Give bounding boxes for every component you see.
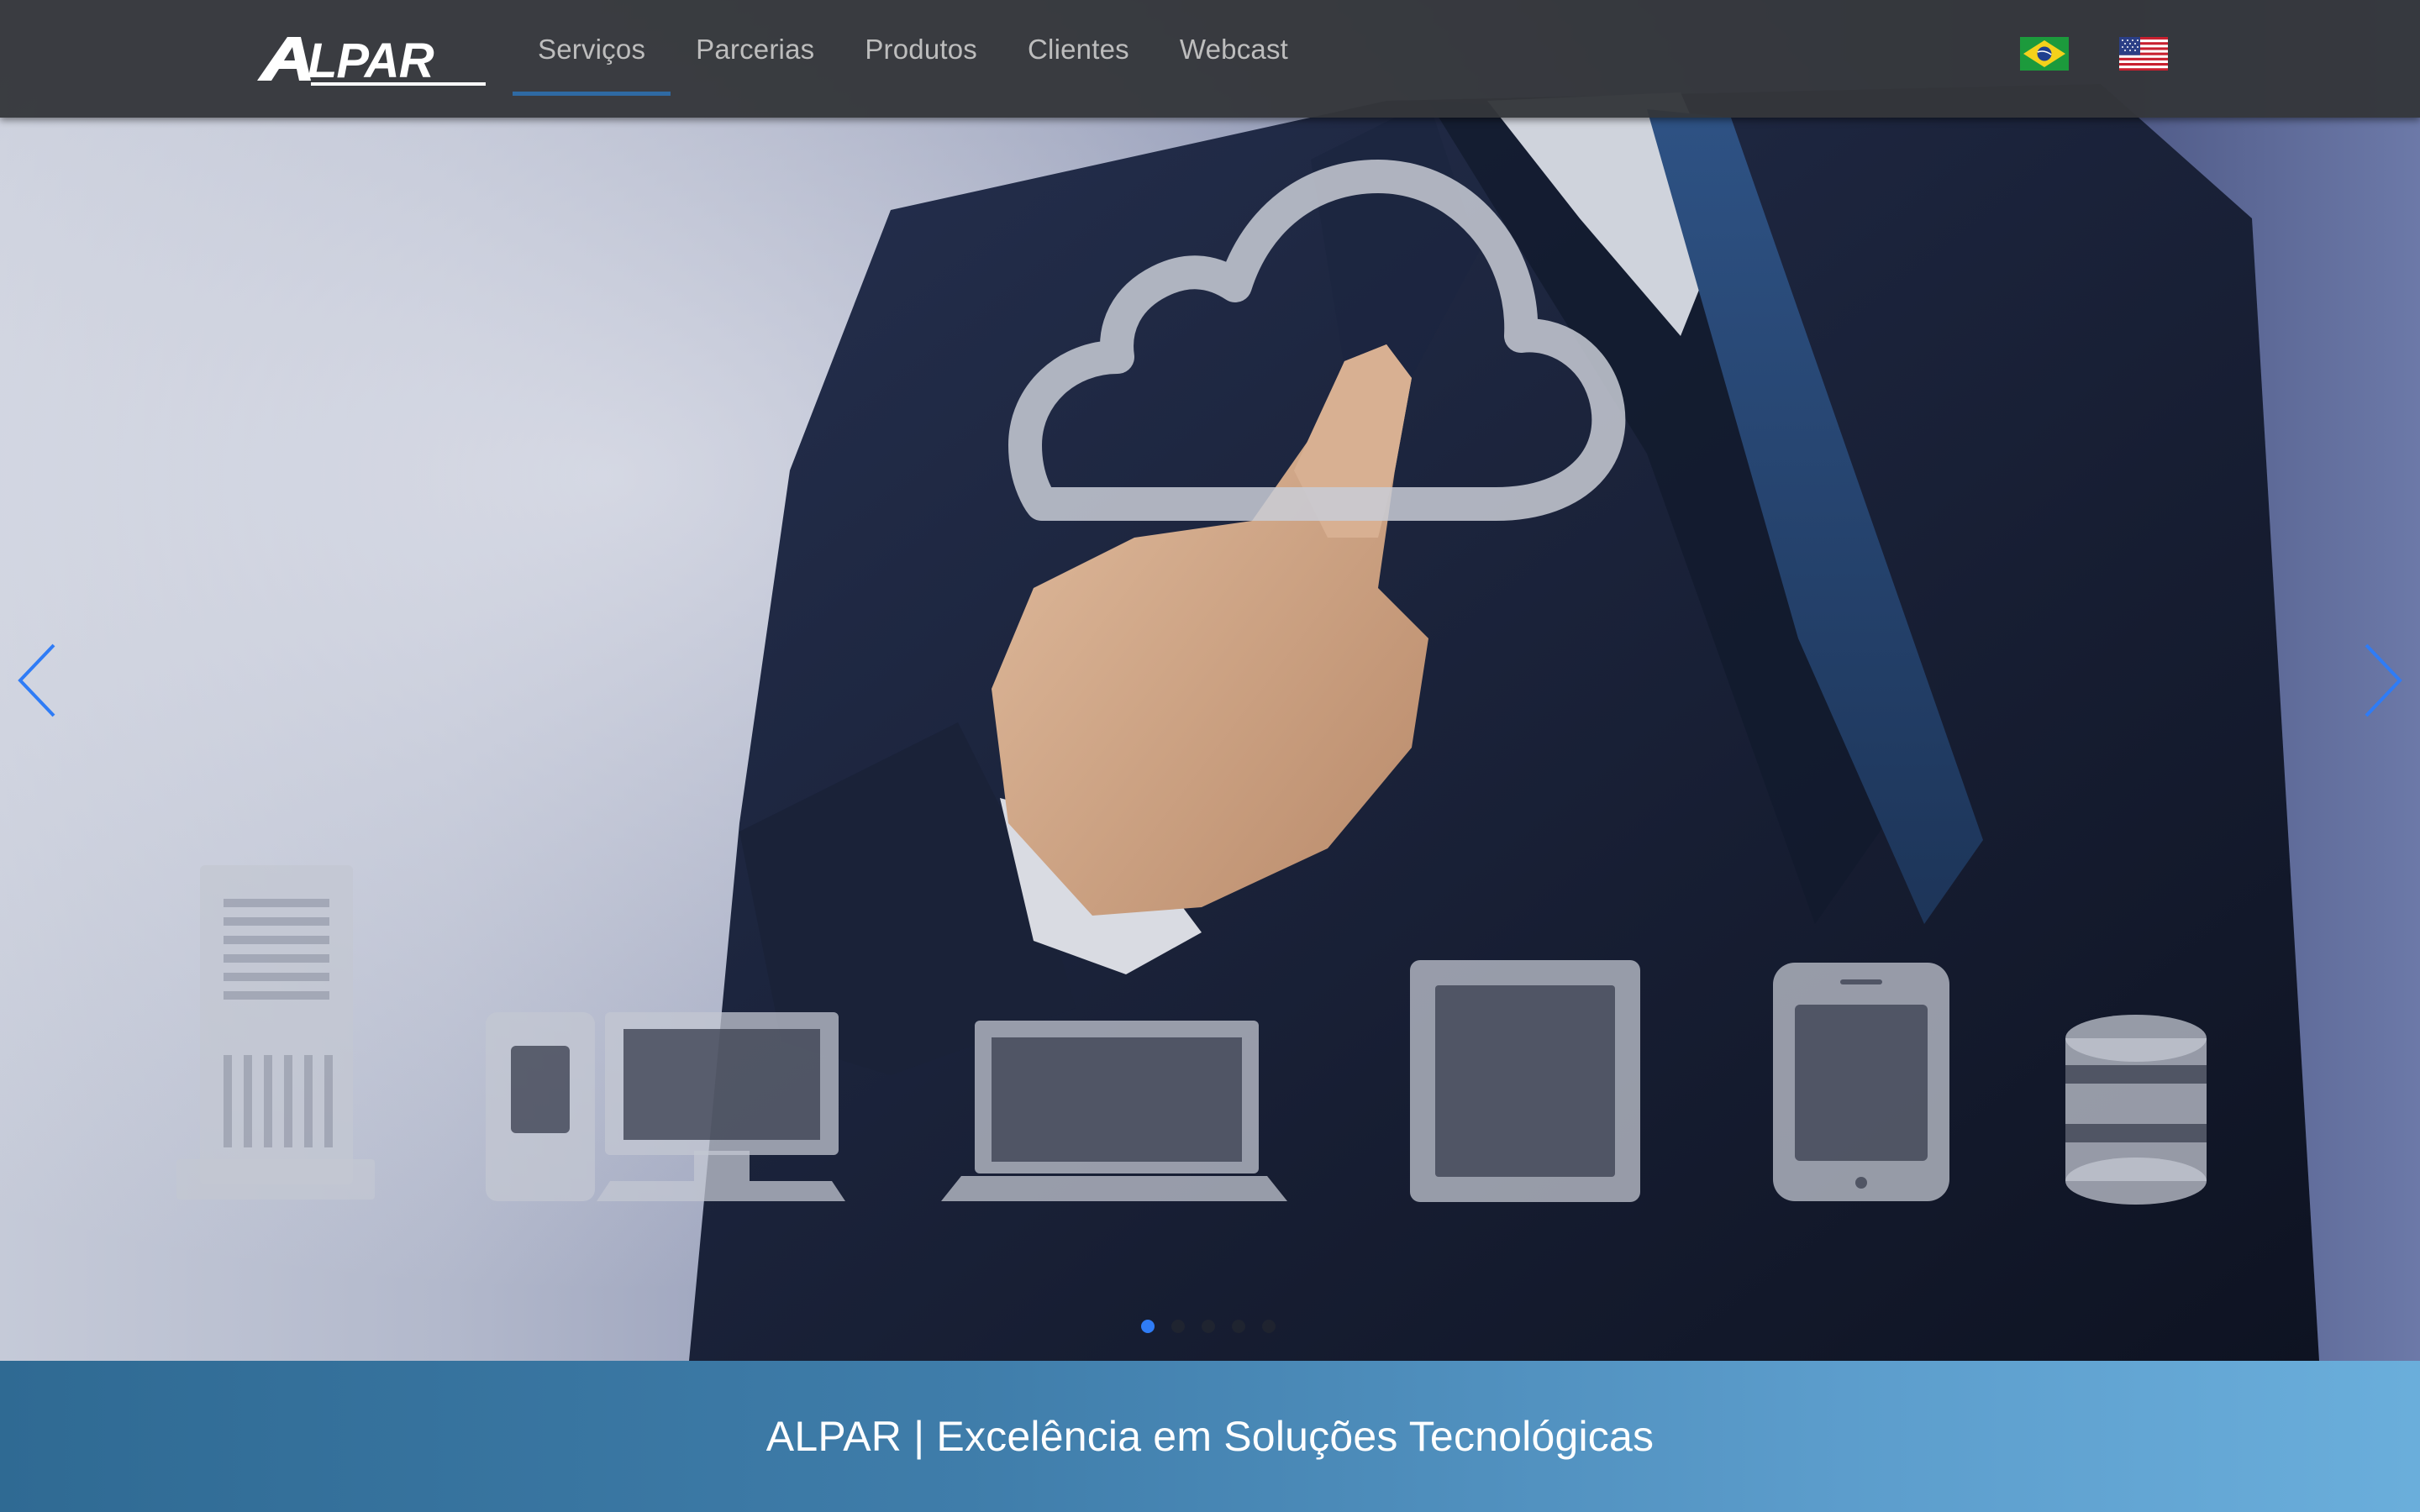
- carousel-indicator-1[interactable]: [1141, 1320, 1155, 1333]
- carousel-next-arrow-icon[interactable]: [2358, 638, 2408, 722]
- flag-usa-icon[interactable]: [2119, 37, 2168, 71]
- nav-item-webcast[interactable]: Webcast: [1155, 0, 1313, 118]
- nav-item-clientes[interactable]: Clientes: [1002, 0, 1155, 118]
- hero-slide-image: [0, 0, 2420, 1361]
- nav-item-servicos[interactable]: Serviços: [513, 0, 671, 118]
- top-navbar: LPAR Serviços Parcerias Produtos Cliente…: [0, 0, 2420, 118]
- svg-text:LPAR: LPAR: [308, 34, 434, 87]
- nav-item-label: Serviços: [538, 34, 646, 65]
- flag-brazil-icon[interactable]: [2020, 37, 2069, 71]
- carousel-indicator-5[interactable]: [1262, 1320, 1276, 1333]
- active-nav-underline: [513, 92, 671, 96]
- tagline-text: ALPAR | Excelência em Soluções Tecnológi…: [765, 1413, 1655, 1460]
- carousel-indicators: [1141, 1320, 1292, 1333]
- nav-item-label: Clientes: [1028, 34, 1129, 65]
- tagline-band: ALPAR | Excelência em Soluções Tecnológi…: [0, 1361, 2420, 1512]
- nav-item-label: Parcerias: [696, 34, 815, 65]
- hero-carousel: [0, 0, 2420, 1361]
- carousel-indicator-3[interactable]: [1202, 1320, 1215, 1333]
- nav-item-produtos[interactable]: Produtos: [839, 0, 1002, 118]
- main-nav: Serviços Parcerias Produtos Clientes Web…: [513, 0, 1313, 118]
- nav-item-parcerias[interactable]: Parcerias: [671, 0, 839, 118]
- nav-item-label: Webcast: [1179, 34, 1289, 65]
- nav-item-label: Produtos: [865, 34, 978, 65]
- alpar-logo[interactable]: LPAR: [252, 30, 489, 87]
- carousel-indicator-2[interactable]: [1171, 1320, 1185, 1333]
- carousel-indicator-4[interactable]: [1232, 1320, 1245, 1333]
- carousel-prev-arrow-icon[interactable]: [12, 638, 62, 722]
